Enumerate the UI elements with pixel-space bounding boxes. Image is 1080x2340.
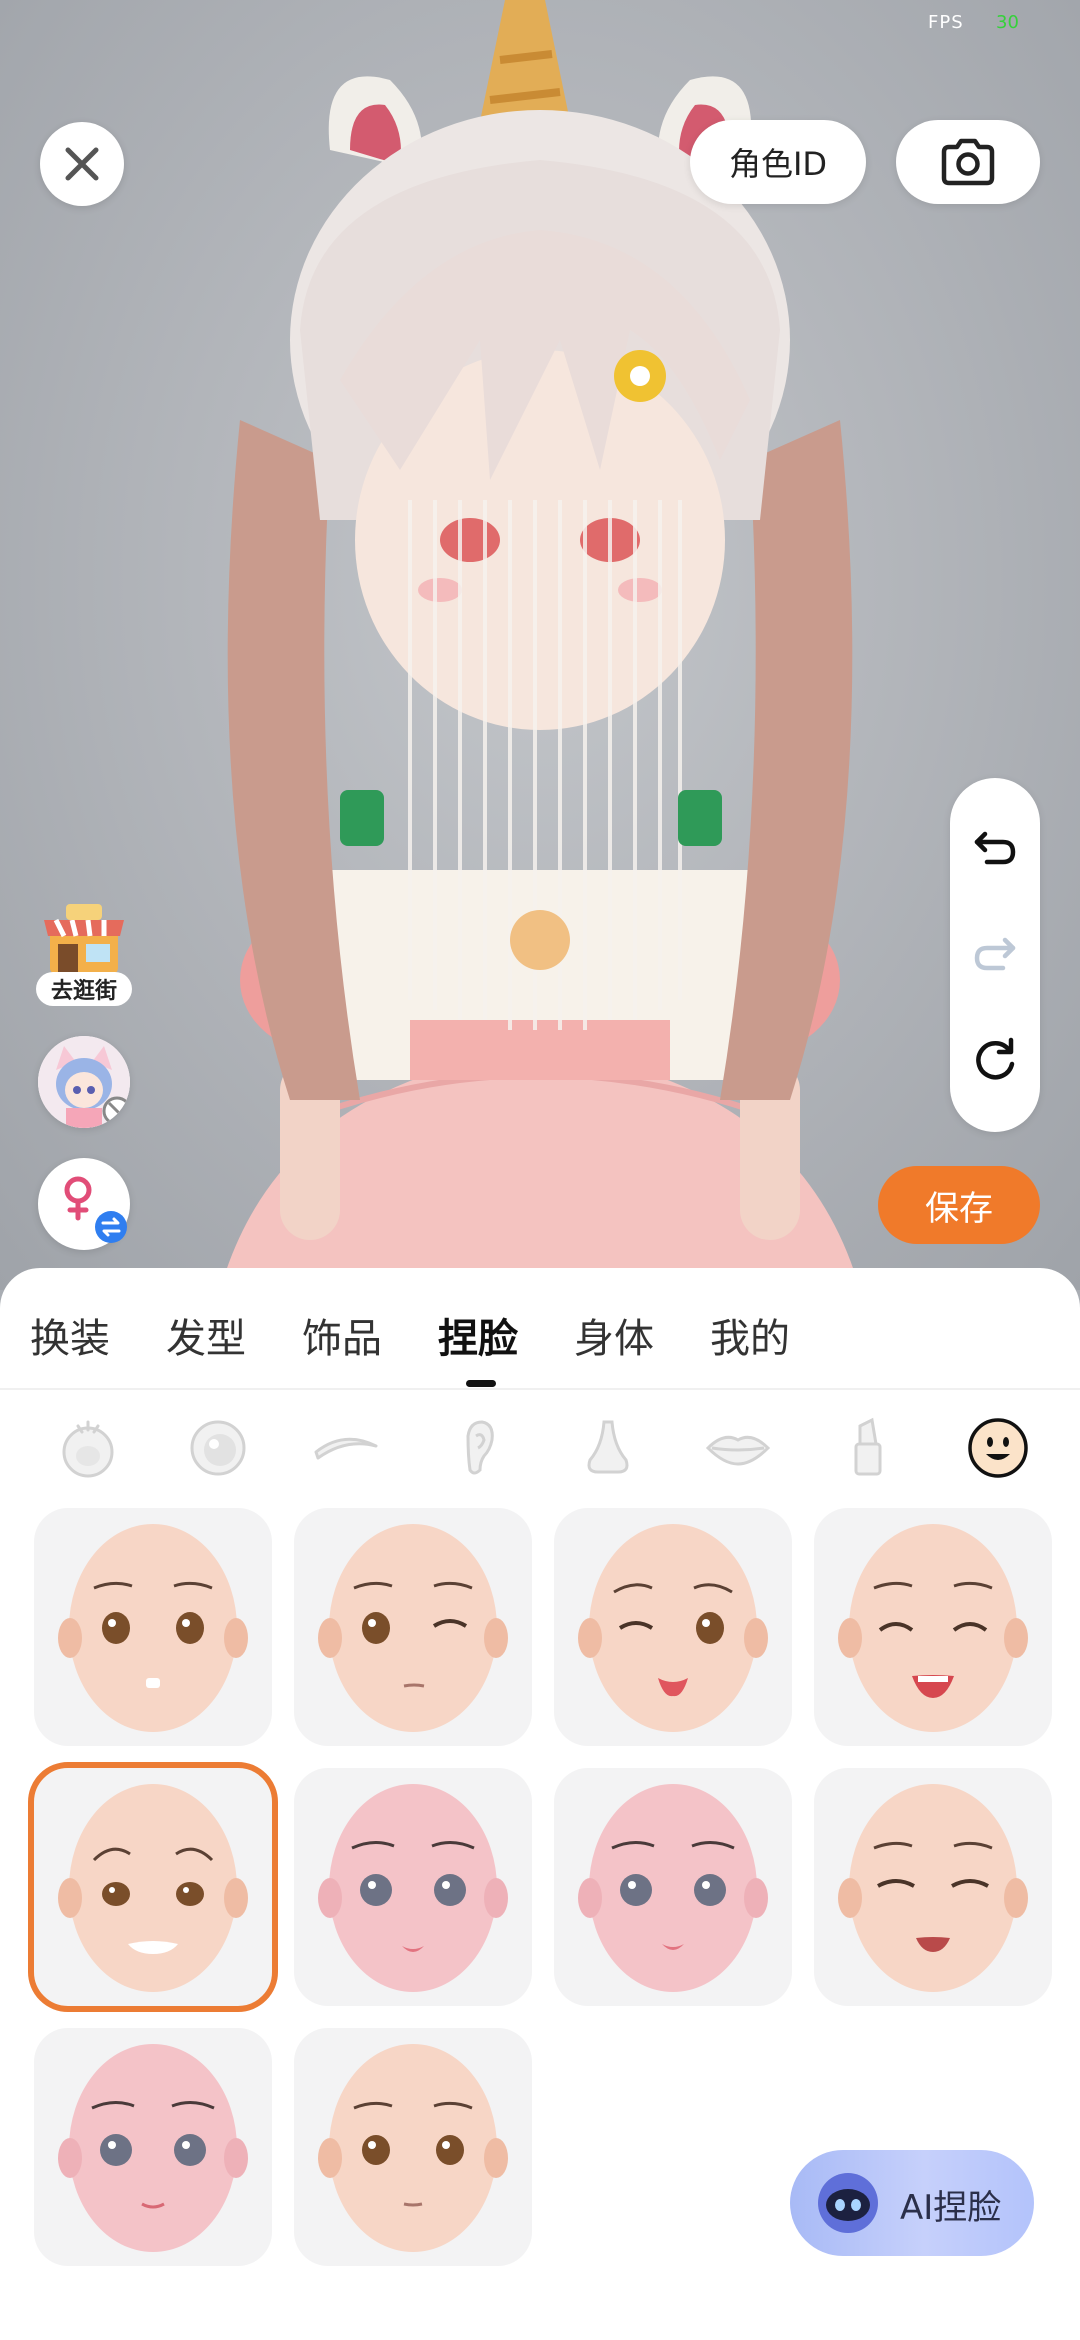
- close-button[interactable]: [40, 122, 124, 206]
- tab-outfit[interactable]: 换装: [30, 1306, 110, 1364]
- expression-icon[interactable]: [966, 1416, 1030, 1480]
- gender-switch-button[interactable]: [38, 1158, 130, 1250]
- camera-button[interactable]: [896, 120, 1040, 204]
- swap-icon: [95, 1211, 127, 1243]
- redo-icon[interactable]: [971, 930, 1019, 978]
- tab-face[interactable]: 捏脸: [438, 1306, 518, 1364]
- ai-face-button[interactable]: AI捏脸: [790, 2150, 1034, 2256]
- eye-icon[interactable]: [186, 1416, 250, 1480]
- nose-icon[interactable]: [576, 1416, 640, 1480]
- role-id-button[interactable]: 角色ID: [690, 120, 866, 204]
- face-option[interactable]: [554, 1768, 792, 2006]
- go-shopping-button[interactable]: 去逛街: [36, 898, 132, 1006]
- face-option[interactable]: [28, 1762, 278, 2012]
- lipstick-icon[interactable]: [836, 1416, 900, 1480]
- face-option[interactable]: [294, 2028, 532, 2266]
- undo-icon[interactable]: [971, 824, 1019, 872]
- face-option[interactable]: [294, 1768, 532, 2006]
- fps-label: FPS: [928, 12, 964, 33]
- ear-icon[interactable]: [446, 1416, 510, 1480]
- face-option[interactable]: [34, 2028, 272, 2266]
- hidden-badge-icon: [102, 1096, 130, 1126]
- eyebrow-icon[interactable]: [314, 1416, 378, 1480]
- tab-hairstyle[interactable]: 发型: [166, 1306, 246, 1364]
- ai-face-label: AI捏脸: [900, 2188, 1002, 2228]
- tab-body[interactable]: 身体: [574, 1306, 654, 1364]
- fps-value: 30: [996, 12, 1019, 33]
- go-shopping-label: 去逛街: [36, 972, 132, 1006]
- shop-icon: [44, 904, 124, 974]
- mini-avatar-button[interactable]: [38, 1036, 130, 1128]
- close-icon: [65, 147, 99, 181]
- customize-sheet: 换装 发型 饰品 捏脸 身体 我的 AI捏脸: [0, 1268, 1080, 2340]
- tab-accessory[interactable]: 饰品: [302, 1306, 382, 1364]
- category-tabs: 换装 发型 饰品 捏脸 身体 我的: [0, 1268, 1080, 1388]
- face-option[interactable]: [554, 1508, 792, 1746]
- face-option[interactable]: [34, 1508, 272, 1746]
- ai-robot-icon: [818, 2173, 878, 2233]
- camera-icon: [941, 138, 995, 186]
- history-panel: [950, 778, 1040, 1132]
- face-option[interactable]: [294, 1508, 532, 1746]
- reset-icon[interactable]: [971, 1036, 1019, 1084]
- face-option[interactable]: [814, 1508, 1052, 1746]
- lips-icon[interactable]: [706, 1416, 770, 1480]
- divider: [0, 1388, 1080, 1390]
- tab-mine[interactable]: 我的: [710, 1306, 790, 1364]
- face-shape-icon[interactable]: [56, 1416, 120, 1480]
- active-tab-indicator: [466, 1380, 496, 1387]
- face-option[interactable]: [814, 1768, 1052, 2006]
- save-button[interactable]: 保存: [878, 1166, 1040, 1244]
- avatar-stage[interactable]: FPS 30 角色ID 去逛街 保存: [0, 0, 1080, 1290]
